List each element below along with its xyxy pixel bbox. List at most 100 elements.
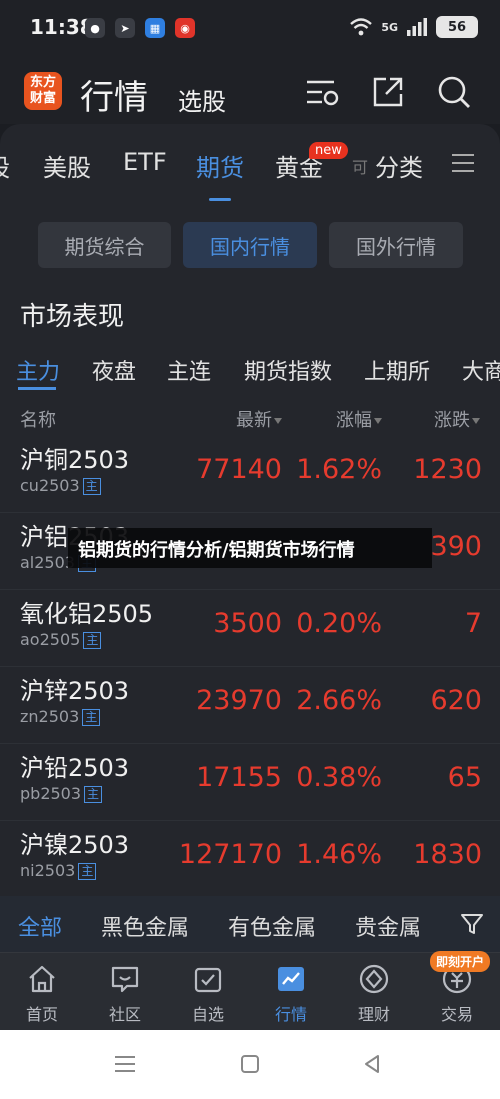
bottom-nav: 首页 社区 自选 行情 理财 交易 即刻开户 xyxy=(0,951,500,1031)
status-bar: 11:38 ● ➤ ▦ ◉ 5G 56 xyxy=(0,0,500,60)
subtab-index[interactable]: 期货指数 xyxy=(244,354,332,386)
main-contract-tag: 主 xyxy=(84,786,103,803)
contract-name: 沪锌2503 xyxy=(20,677,130,705)
network-label: 5G xyxy=(381,20,398,34)
subtab-night[interactable]: 夜盘 xyxy=(92,354,136,386)
search-icon[interactable] xyxy=(436,74,472,110)
table-row[interactable]: 沪铅2503 pb2503 主 17155 0.38% 65 xyxy=(0,744,500,821)
main-contract-tag: 主 xyxy=(83,632,102,649)
contract-code: ao2505 主 xyxy=(20,630,102,649)
col-latest[interactable]: 最新 xyxy=(236,406,282,432)
tab-us-stock[interactable]: 美股 xyxy=(43,148,91,183)
nav-market[interactable]: 行情 xyxy=(249,953,333,1031)
abs-change: 7 xyxy=(464,608,482,639)
home-icon xyxy=(29,965,55,993)
menu-icon[interactable] xyxy=(452,154,474,172)
category-nonferrous[interactable]: 有色金属 xyxy=(228,910,316,942)
nav-home[interactable]: 首页 xyxy=(0,953,84,1031)
contract-code: zn2503 主 xyxy=(20,707,101,726)
wealth-icon xyxy=(359,964,389,994)
col-latest-label: 最新 xyxy=(236,410,272,431)
pct-change: 0.20% xyxy=(296,608,382,639)
status-right: 5G 56 xyxy=(349,16,478,38)
nav-community[interactable]: 社区 xyxy=(83,953,167,1031)
filter-icon[interactable] xyxy=(460,912,484,936)
active-tab-indicator xyxy=(209,198,231,201)
overlay-caption: 铝期货的行情分析/铝期货市场行情 xyxy=(68,528,432,568)
category-ferrous[interactable]: 黑色金属 xyxy=(101,910,189,942)
share-icon[interactable] xyxy=(370,74,406,110)
segment-foreign[interactable]: 国外行情 xyxy=(329,222,463,268)
tab-category[interactable]: 分类 xyxy=(375,148,423,183)
app-logo[interactable]: 东方财富 xyxy=(24,72,62,110)
main-contract-tag: 主 xyxy=(82,709,101,726)
code-text: ao2505 xyxy=(20,630,81,649)
abs-change: 620 xyxy=(430,685,482,716)
tab-stock[interactable]: 股 xyxy=(0,148,10,183)
category-precious[interactable]: 贵金属 xyxy=(355,910,421,942)
pct-change: 1.62% xyxy=(296,454,382,485)
tab-bond-partial[interactable]: 可 xyxy=(352,154,368,178)
app-icon: ▦ xyxy=(145,18,165,38)
contract-name: 沪镍2503 xyxy=(20,831,130,859)
abs-change: 65 xyxy=(447,762,482,793)
abs-change: 390 xyxy=(430,531,482,562)
signal-icon xyxy=(407,18,427,36)
stock-picker-link[interactable]: 选股 xyxy=(178,82,226,117)
code-text: ni2503 xyxy=(20,861,76,880)
subtab-dce[interactable]: 大商 xyxy=(462,354,500,386)
col-pct[interactable]: 涨幅 xyxy=(336,406,382,432)
battery-icon: 56 xyxy=(436,16,478,38)
table-row[interactable]: 沪铜2503 cu2503 主 77140 1.62% 1230 xyxy=(0,436,500,513)
back-icon[interactable] xyxy=(362,1054,382,1074)
contract-name: 沪铜2503 xyxy=(20,446,130,474)
nav-watchlist[interactable]: 自选 xyxy=(166,953,250,1031)
code-text: pb2503 xyxy=(20,784,82,803)
contract-name: 沪铅2503 xyxy=(20,754,130,782)
tab-etf[interactable]: ETF xyxy=(123,148,167,176)
section-title: 市场表现 xyxy=(20,302,125,332)
nav-wealth[interactable]: 理财 xyxy=(332,953,416,1031)
contract-name: 氧化铝2505 xyxy=(20,600,154,628)
nav-label: 自选 xyxy=(191,1005,224,1024)
subtab-continuous[interactable]: 主连 xyxy=(167,354,211,386)
col-change[interactable]: 涨跌 xyxy=(434,406,480,432)
pct-change: 2.66% xyxy=(296,685,382,716)
tab-futures[interactable]: 期货 xyxy=(196,148,244,183)
pct-change: 1.46% xyxy=(296,839,382,870)
watchlist-icon xyxy=(194,967,222,993)
settings-list-icon[interactable] xyxy=(304,74,340,110)
contract-code: pb2503 主 xyxy=(20,784,103,803)
col-name: 名称 xyxy=(20,410,56,431)
subtab-main[interactable]: 主力 xyxy=(16,354,60,386)
segment-futures-overview[interactable]: 期货综合 xyxy=(38,222,171,268)
page-title: 行情 xyxy=(80,78,148,118)
nav-label: 理财 xyxy=(357,1005,390,1024)
pct-change: 0.38% xyxy=(296,762,382,793)
nav-label: 交易 xyxy=(440,1005,473,1024)
open-account-badge[interactable]: 即刻开户 xyxy=(430,951,491,972)
segment-domestic[interactable]: 国内行情 xyxy=(183,222,317,268)
col-pct-label: 涨幅 xyxy=(336,410,372,431)
send-icon: ➤ xyxy=(115,18,135,38)
subtab-shfe[interactable]: 上期所 xyxy=(364,354,430,386)
main-contract-tag: 主 xyxy=(78,863,97,880)
sort-icon xyxy=(374,418,382,424)
nav-label: 社区 xyxy=(108,1005,141,1024)
quote-table: 沪铜2503 cu2503主 77140 1.62% 1230 沪铝2503 a… xyxy=(0,436,500,898)
latest-price: 23970 xyxy=(196,685,282,716)
exchange-tabs: 主力 夜盘 主连 期货指数 上期所 大商 xyxy=(0,354,500,394)
nav-label: 行情 xyxy=(274,1005,307,1024)
table-row[interactable]: 沪镍2503 ni2503 主 127170 1.46% 1830 xyxy=(0,821,500,898)
recent-apps-icon[interactable] xyxy=(114,1054,136,1074)
code-text: zn2503 xyxy=(20,707,80,726)
abs-change: 1830 xyxy=(413,839,482,870)
abs-change: 1230 xyxy=(413,454,482,485)
home-button-icon[interactable] xyxy=(240,1054,260,1074)
new-badge: new xyxy=(309,142,348,159)
contract-code: ni2503 主 xyxy=(20,861,97,880)
table-row[interactable]: 氧化铝2505 ao2505 主 3500 0.20% 7 xyxy=(0,590,500,667)
system-nav-bar xyxy=(0,1030,500,1099)
table-row[interactable]: 沪锌2503 zn2503 主 23970 2.66% 620 xyxy=(0,667,500,744)
category-all[interactable]: 全部 xyxy=(18,910,62,942)
